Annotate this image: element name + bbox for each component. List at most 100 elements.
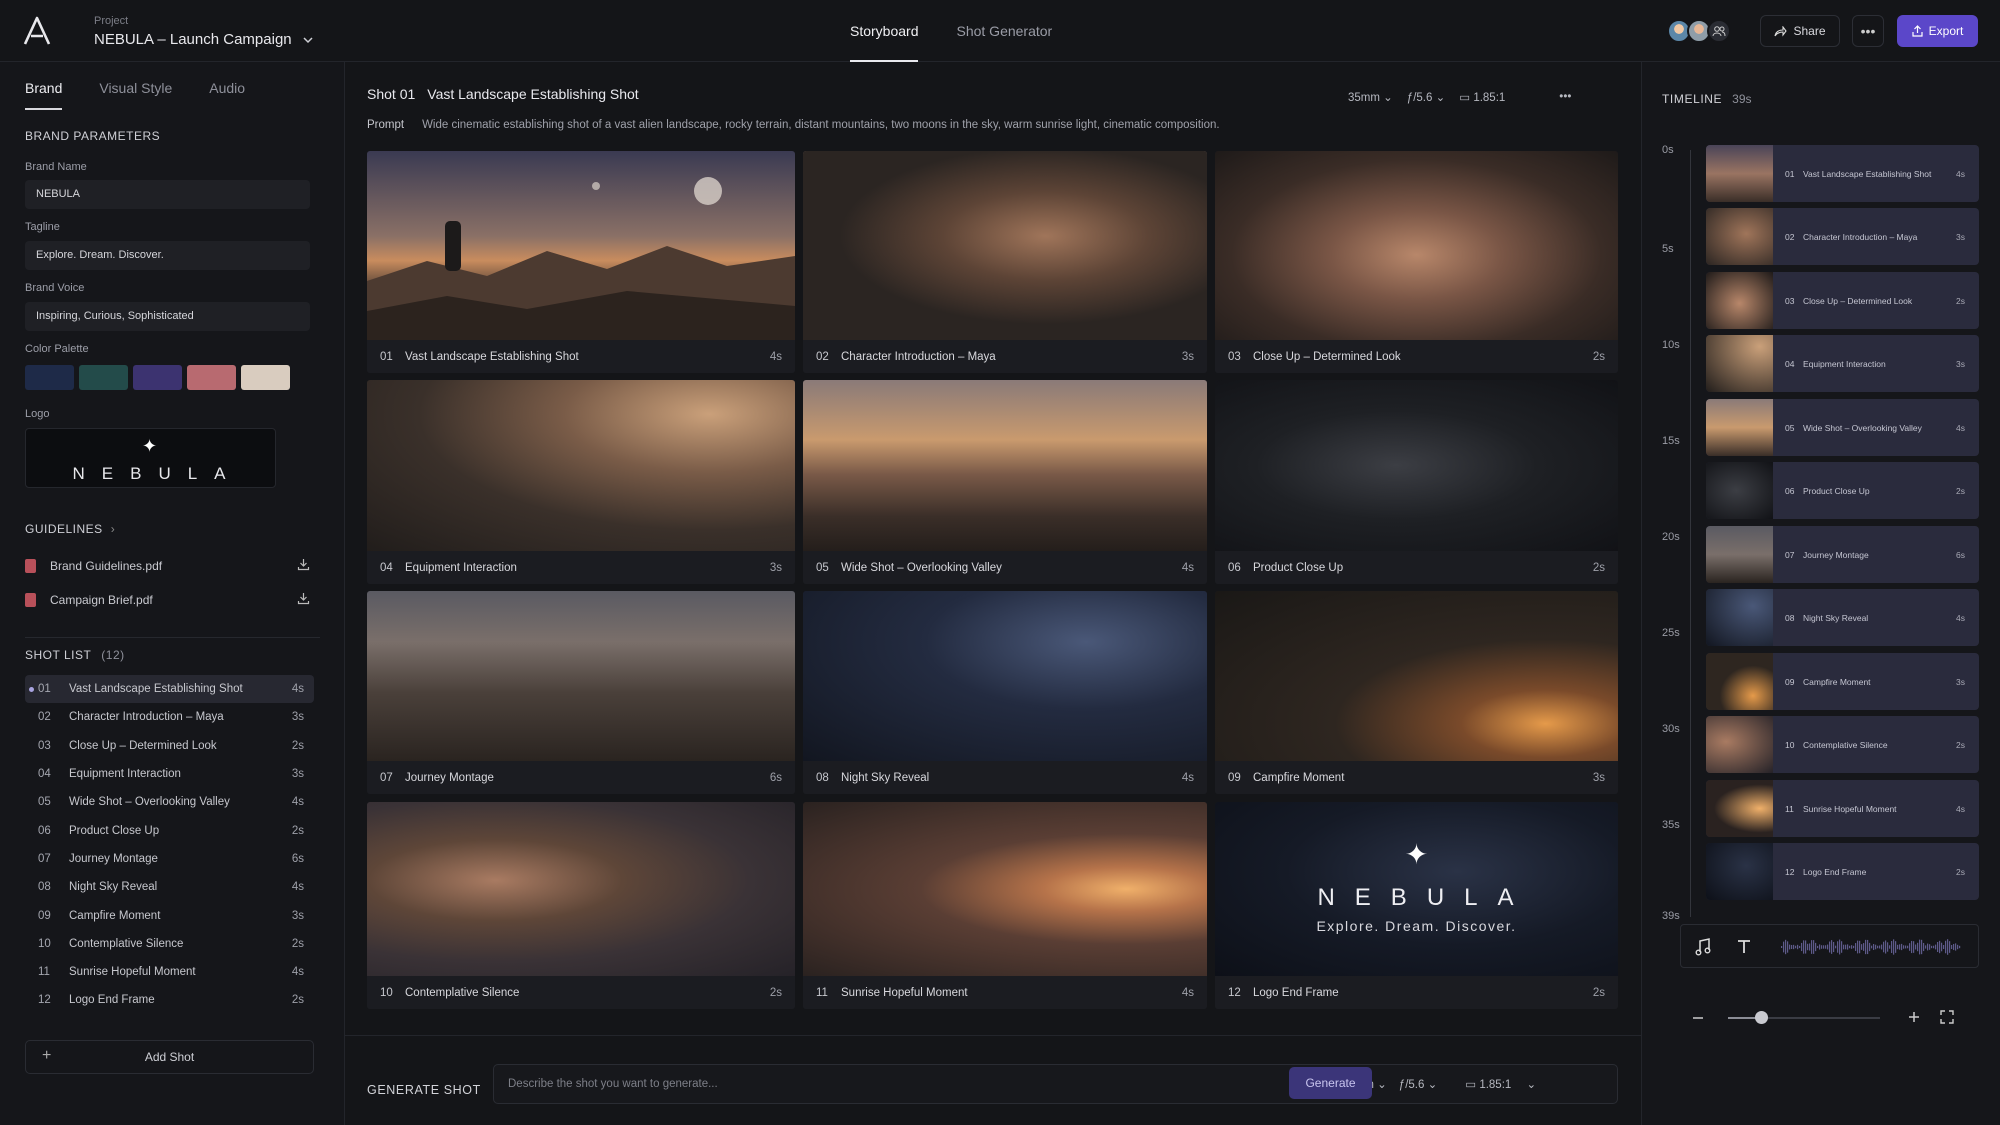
shot-caption: 02 Character Introduction – Maya 3s <box>803 340 1207 373</box>
shot-list-item[interactable]: 12 Logo End Frame 2s <box>25 986 314 1014</box>
project-selector[interactable]: NEBULA – Launch Campaign <box>94 31 314 48</box>
shot-number: 10 <box>380 986 393 999</box>
text-tool-icon[interactable] <box>1737 939 1751 954</box>
download-icon[interactable] <box>297 592 310 605</box>
clip-number: 06 <box>1785 485 1795 496</box>
waveform-bar <box>1809 943 1811 951</box>
guideline-file[interactable]: Brand Guidelines.pdf <box>25 556 310 576</box>
tab-visual-style[interactable]: Visual Style <box>99 80 172 110</box>
tagline-label: Tagline <box>25 221 60 233</box>
zoom-slider-handle[interactable] <box>1755 1011 1769 1024</box>
shot-card[interactable]: 01 Vast Landscape Establishing Shot 4s <box>367 151 795 373</box>
shot-card[interactable]: 09 Campfire Moment 3s <box>1215 591 1618 794</box>
lens-select[interactable]: 35mm ⌄ <box>1348 90 1393 104</box>
waveform-bar <box>1829 941 1831 953</box>
shot-thumbnail <box>367 151 795 340</box>
shot-list-item[interactable]: 09 Campfire Moment 3s <box>25 901 314 929</box>
tagline-field[interactable]: Explore. Dream. Discover. <box>25 241 310 270</box>
ratio-select[interactable]: ▭ 1.85:1 <box>1459 90 1505 104</box>
waveform-bar <box>1797 944 1799 950</box>
download-icon[interactable] <box>297 558 310 571</box>
users-icon[interactable] <box>1707 19 1731 43</box>
timeline-clip[interactable]: 07 Journey Montage 6s <box>1706 526 1979 583</box>
shot-card[interactable]: 06 Product Close Up 2s <box>1215 380 1618 584</box>
shot-list-item[interactable]: 07 Journey Montage 6s <box>25 845 314 873</box>
prompt-text[interactable]: Wide cinematic establishing shot of a va… <box>422 119 1219 131</box>
shot-card[interactable]: 08 Night Sky Reveal 4s <box>803 591 1207 794</box>
timeline-clip[interactable]: 09 Campfire Moment 3s <box>1706 653 1979 710</box>
clip-title: Journey Montage <box>1803 549 1869 560</box>
shot-card[interactable]: 03 Close Up – Determined Look 2s <box>1215 151 1618 373</box>
shot-list-item[interactable]: 05 Wide Shot – Overlooking Valley 4s <box>25 788 314 816</box>
shot-card[interactable]: 11 Sunrise Hopeful Moment 4s <box>803 802 1207 1009</box>
color-swatch[interactable] <box>25 365 74 390</box>
more-icon[interactable]: ••• <box>1559 91 1571 103</box>
shot-list-item[interactable]: 10 Contemplative Silence 2s <box>25 930 314 958</box>
timeline-clip[interactable]: 04 Equipment Interaction 3s <box>1706 335 1979 392</box>
clip-number: 08 <box>1785 612 1795 623</box>
shot-card[interactable]: 10 Contemplative Silence 2s <box>367 802 795 1009</box>
timeline-clip[interactable]: 11 Sunrise Hopeful Moment 4s <box>1706 780 1979 837</box>
shot-list-item[interactable]: 02 Character Introduction – Maya 3s <box>25 703 314 731</box>
waveform-bar <box>1869 942 1871 952</box>
tab-brand[interactable]: Brand <box>25 80 63 110</box>
gen-ratio-select[interactable]: ▭ 1.85:1 ⌄ <box>1465 1077 1536 1091</box>
brand-name-field[interactable]: NEBULA <box>25 180 310 209</box>
color-swatch[interactable] <box>133 365 182 390</box>
shot-list-item[interactable]: 11 Sunrise Hopeful Moment 4s <box>25 958 314 986</box>
color-swatch[interactable] <box>187 365 236 390</box>
clip-thumbnail <box>1706 399 1773 456</box>
shot-list-item[interactable]: 06 Product Close Up 2s <box>25 816 314 844</box>
shot-list-item[interactable]: 03 Close Up – Determined Look 2s <box>25 732 314 760</box>
timeline-clip[interactable]: 05 Wide Shot – Overlooking Valley 4s <box>1706 399 1979 456</box>
timeline-clip[interactable]: 03 Close Up – Determined Look 2s <box>1706 272 1979 329</box>
color-swatch[interactable] <box>241 365 290 390</box>
guideline-file[interactable]: Campaign Brief.pdf <box>25 590 310 610</box>
waveform-bar <box>1855 943 1857 951</box>
zoom-in-icon[interactable] <box>1908 1011 1920 1023</box>
clip-number: 02 <box>1785 231 1795 242</box>
brand-voice-field[interactable]: Inspiring, Curious, Sophisticated <box>25 302 310 331</box>
shot-card[interactable]: ✦ NEBULA Explore. Dream. Discover. 12 Log… <box>1215 802 1618 1009</box>
timeline-clip[interactable]: 12 Logo End Frame 2s <box>1706 843 1979 900</box>
shot-card[interactable]: 05 Wide Shot – Overlooking Valley 4s <box>803 380 1207 584</box>
generate-button[interactable]: Generate <box>1289 1067 1372 1099</box>
audio-waveform[interactable] <box>1781 937 1961 957</box>
timeline-clip[interactable]: 10 Contemplative Silence 2s <box>1706 716 1979 773</box>
music-note-icon[interactable] <box>1695 938 1711 956</box>
guidelines-heading[interactable]: GUIDELINES › <box>25 522 115 536</box>
add-shot-button[interactable]: + Add Shot <box>25 1040 314 1074</box>
generate-prompt-input[interactable] <box>508 1065 1208 1103</box>
color-swatch[interactable] <box>79 365 128 390</box>
export-button[interactable]: Export <box>1897 15 1978 47</box>
shot-card[interactable]: 04 Equipment Interaction 3s <box>367 380 795 584</box>
waveform-bar <box>1805 940 1807 954</box>
tab-shot-generator[interactable]: Shot Generator <box>956 0 1052 62</box>
shot-list-item[interactable]: 01 Vast Landscape Establishing Shot 4s <box>25 675 314 704</box>
waveform-bar <box>1791 944 1793 950</box>
logo-preview[interactable]: ✦ NEBULA <box>25 428 276 488</box>
tab-storyboard[interactable]: Storyboard <box>850 0 919 62</box>
shot-card[interactable]: 07 Journey Montage 6s <box>367 591 795 794</box>
timeline-clip[interactable]: 06 Product Close Up 2s <box>1706 462 1979 519</box>
shot-list-item[interactable]: 08 Night Sky Reveal 4s <box>25 873 314 901</box>
timeline-clip[interactable]: 02 Character Introduction – Maya 3s <box>1706 208 1979 265</box>
gen-aperture-select[interactable]: ƒ/5.6 ⌄ <box>1399 1077 1437 1091</box>
waveform-bar <box>1853 945 1855 949</box>
shot-list-item[interactable]: 04 Equipment Interaction 3s <box>25 760 314 788</box>
tab-audio[interactable]: Audio <box>209 80 245 110</box>
clip-number: 07 <box>1785 549 1795 560</box>
timeline-clip[interactable]: 01 Vast Landscape Establishing Shot 4s <box>1706 145 1979 202</box>
shot-duration: 4s <box>291 966 304 979</box>
fullscreen-icon[interactable] <box>1940 1010 1954 1024</box>
aperture-select[interactable]: ƒ/5.6 ⌄ <box>1407 90 1445 104</box>
more-options-button[interactable]: ••• <box>1852 15 1884 47</box>
app-logo-icon[interactable] <box>20 14 54 48</box>
shot-card[interactable]: 02 Character Introduction – Maya 3s <box>803 151 1207 373</box>
waveform-bar <box>1875 944 1877 950</box>
zoom-out-icon[interactable] <box>1692 1014 1704 1022</box>
time-tick: 20s <box>1662 531 1680 543</box>
timeline-clip[interactable]: 08 Night Sky Reveal 4s <box>1706 589 1979 646</box>
share-button[interactable]: Share <box>1760 15 1840 47</box>
waveform-bar <box>1867 939 1869 955</box>
